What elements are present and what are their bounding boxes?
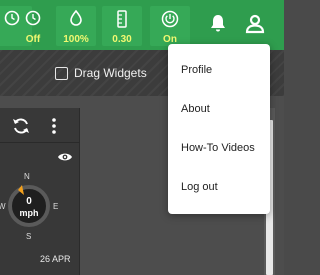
gauge-icon [117, 10, 127, 28]
gauge-status-value: 0.30 [112, 34, 132, 45]
water-status-tile[interactable]: 100% [56, 6, 96, 46]
user-dropdown-menu: Profile About How-To Videos Log out [168, 44, 270, 214]
compass-west-label: W [0, 202, 6, 211]
speed-unit: mph [19, 208, 39, 218]
water-status-value: 100% [63, 34, 89, 45]
power-icon [161, 10, 179, 28]
menu-item-about[interactable]: About [181, 103, 210, 115]
power-status-tile[interactable]: On [150, 6, 190, 46]
water-drop-icon [70, 10, 82, 26]
clock-icon [25, 10, 41, 26]
compass-east-label: E [53, 202, 59, 211]
drag-widgets-checkbox[interactable] [55, 67, 68, 80]
drag-widgets-label[interactable]: Drag Widgets [74, 66, 147, 80]
timer-status-value: Off [25, 34, 41, 45]
bell-icon[interactable] [206, 12, 230, 36]
menu-item-profile[interactable]: Profile [181, 64, 212, 76]
refresh-icon[interactable] [11, 116, 31, 136]
compass-south-label: S [26, 232, 32, 241]
menu-item-log-out[interactable]: Log out [181, 181, 218, 193]
widget-date: 26 APR [40, 254, 71, 264]
gauge-status-tile[interactable]: 0.30 [102, 6, 142, 46]
speed-value: 0 [26, 196, 32, 207]
widget-divider [0, 142, 80, 143]
user-icon[interactable] [243, 12, 267, 36]
menu-item-how-to-videos[interactable]: How-To Videos [181, 142, 255, 154]
kebab-menu-icon[interactable] [50, 117, 58, 135]
off-status-tile[interactable]: Off [13, 6, 53, 46]
eye-icon[interactable] [57, 151, 73, 163]
compass-north-label: N [24, 172, 30, 181]
